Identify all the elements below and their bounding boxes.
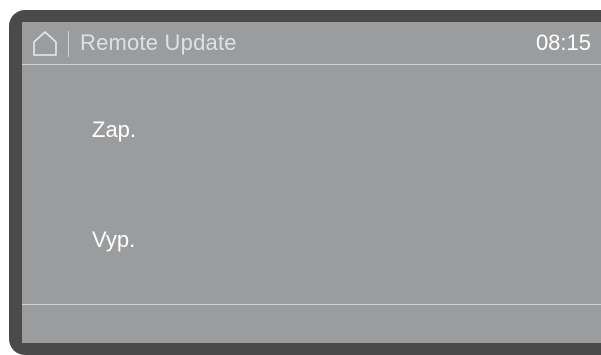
page-title: Remote Update: [80, 30, 237, 55]
device: Remote Update 08:15 Zap. Vyp.: [0, 0, 601, 355]
option-on-label: Zap.: [92, 117, 137, 142]
header-bar: Remote Update 08:15: [22, 22, 601, 65]
home-icon: [33, 31, 57, 56]
display-screen: Remote Update 08:15 Zap. Vyp.: [22, 22, 601, 343]
clock-time: 08:15: [535, 30, 591, 55]
home-button[interactable]: [32, 29, 58, 57]
header-divider: [68, 31, 69, 57]
option-on[interactable]: Zap.: [22, 65, 601, 175]
option-off[interactable]: Vyp.: [22, 175, 601, 285]
footer-bar: [22, 305, 601, 343]
option-off-label: Vyp.: [92, 227, 136, 252]
options-list: Zap. Vyp.: [22, 65, 601, 305]
